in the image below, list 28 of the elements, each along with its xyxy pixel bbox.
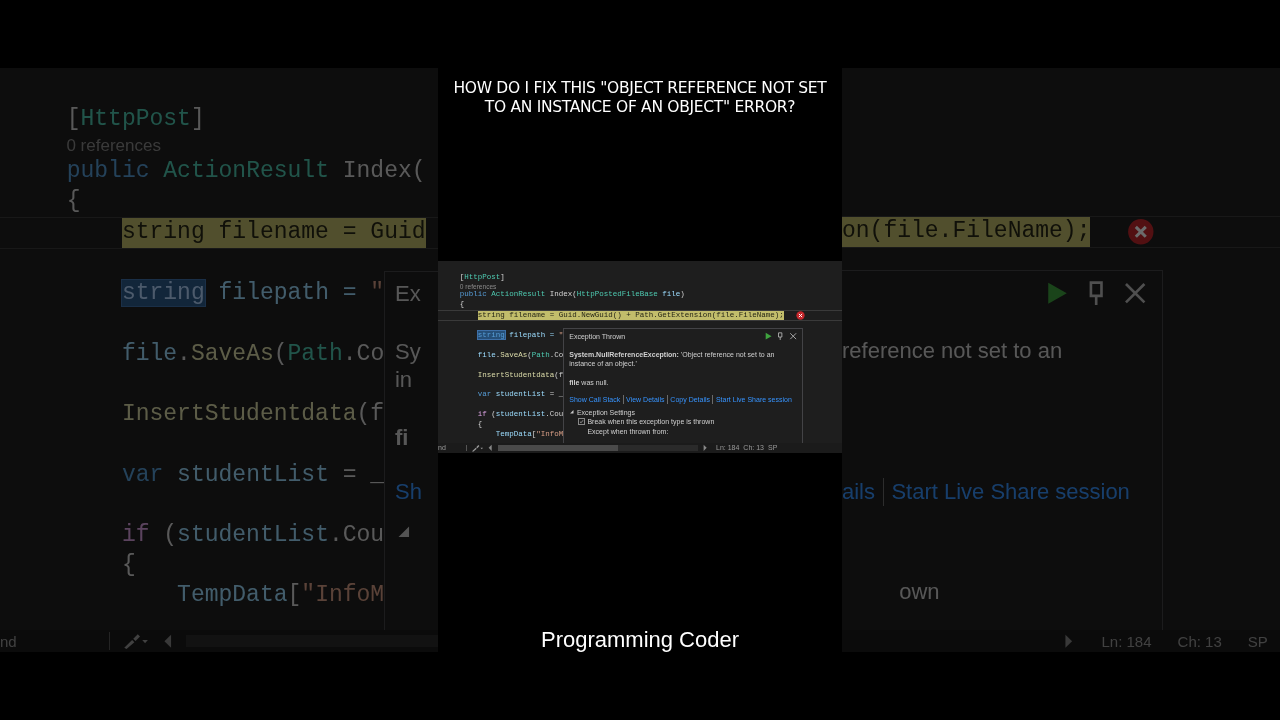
error-icon [1127, 218, 1155, 246]
channel-name: Programming Coder [540, 628, 740, 652]
popup-title: Ex [395, 280, 421, 307]
exception-setting-text: own [899, 578, 940, 604]
exception-message: reference not set to an [842, 338, 1063, 363]
code-line: var studentList = _ [120, 460, 385, 490]
brush-icon[interactable] [470, 443, 484, 452]
error-icon [795, 310, 805, 320]
scroll-right-icon[interactable] [701, 443, 708, 452]
exception-message: in [395, 367, 413, 393]
code-line: InsertStudentdata(f [120, 400, 385, 430]
scroll-left-icon[interactable] [487, 443, 494, 452]
exception-message: Sy [395, 338, 421, 364]
code-line: TempData["InfoM [176, 580, 385, 610]
scrollbar[interactable] [497, 444, 698, 451]
code-line: file.SaveAs(Path.Co [120, 339, 385, 369]
code-line: public ActionResult Index( [65, 156, 427, 186]
code-line: { [120, 550, 137, 580]
caret-icon[interactable] [569, 409, 575, 416]
code-line: [HttpPost] [65, 104, 206, 134]
pin-icon[interactable] [776, 332, 785, 341]
code-line: { [65, 186, 82, 216]
exception-detail: fi [395, 425, 409, 451]
play-icon[interactable] [763, 332, 773, 341]
checkbox[interactable] [577, 418, 585, 426]
close-icon[interactable] [788, 332, 798, 341]
video-title: HOW DO I FIX THIS "OBJECT REFERENCE NOT SET TO AN INSTANCE OF AN OBJECT" ERROR? [452, 79, 828, 118]
code-line: if (studentList.Cou [120, 521, 385, 551]
